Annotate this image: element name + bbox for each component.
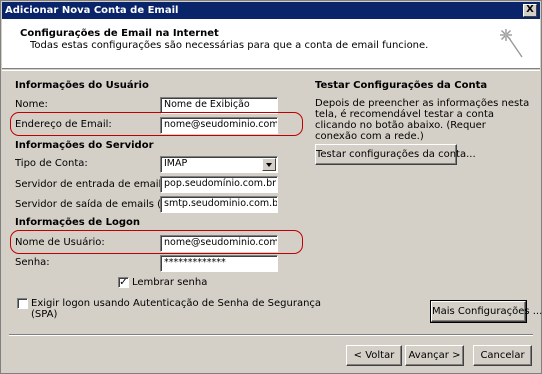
user-info-title: Informações do Usuário <box>15 80 149 91</box>
outgoing-server-field[interactable]: smtp.seudominio.com.br <box>160 196 278 213</box>
incoming-server-label: Servidor de entrada de emails: <box>15 179 170 190</box>
account-type-select[interactable]: IMAP <box>160 156 278 173</box>
dialog-window: Adicionar Nova Conta de Email X Configur… <box>0 0 542 374</box>
close-button[interactable]: X <box>523 4 537 17</box>
back-button[interactable]: < Voltar <box>346 345 402 366</box>
incoming-server-field[interactable]: pop.seudomínio.com.br <box>160 176 278 193</box>
spa-label-line2: (SPA) <box>31 309 58 320</box>
sparkle-wizard-icon <box>500 29 523 58</box>
cancel-button[interactable]: Cancelar <box>473 345 532 366</box>
title-bar: Adicionar Nova Conta de Email X <box>2 2 540 19</box>
test-description: Depois de preencher as informações nesta… <box>315 98 530 142</box>
header-subtitle: Todas estas configurações são necessária… <box>30 40 429 51</box>
spa-checkbox[interactable] <box>17 298 28 309</box>
header-panel: Configurações de Email na Internet Todas… <box>2 19 540 69</box>
test-settings-title: Testar Configurações da Conta <box>315 80 488 91</box>
account-type-value: IMAP <box>164 158 188 169</box>
password-field[interactable]: ************* <box>160 255 278 272</box>
chevron-down-icon[interactable] <box>262 158 276 171</box>
account-type-label: Tipo de Conta: <box>15 158 88 169</box>
close-icon: X <box>526 4 534 15</box>
username-field[interactable]: nome@seudominio.com.br <box>160 235 278 252</box>
header-title: Configurações de Email na Internet <box>20 28 219 39</box>
more-settings-button[interactable]: Mais Configurações ... <box>430 300 542 323</box>
window-title: Adicionar Nova Conta de Email <box>5 5 179 16</box>
server-info-title: Informações do Servidor <box>15 140 154 151</box>
next-button[interactable]: Avançar > <box>405 345 464 366</box>
spa-label-line1: Exigir logon usando Autenticação de Senh… <box>31 298 322 309</box>
username-label: Nome de Usuário: <box>15 237 105 248</box>
footer-divider-highlight <box>9 335 533 336</box>
email-label: Endereço de Email: <box>15 119 112 130</box>
email-field[interactable]: nome@seudominio.com.br <box>160 117 278 134</box>
password-label: Senha: <box>15 257 50 268</box>
remember-password-label: Lembrar senha <box>132 277 208 288</box>
header-divider <box>2 70 540 71</box>
name-label: Nome: <box>15 99 48 110</box>
remember-password-checkbox[interactable]: ✓ <box>118 277 129 288</box>
test-account-button[interactable]: Testar configurações da conta... <box>315 144 476 165</box>
logon-info-title: Informações de Logon <box>15 217 140 228</box>
